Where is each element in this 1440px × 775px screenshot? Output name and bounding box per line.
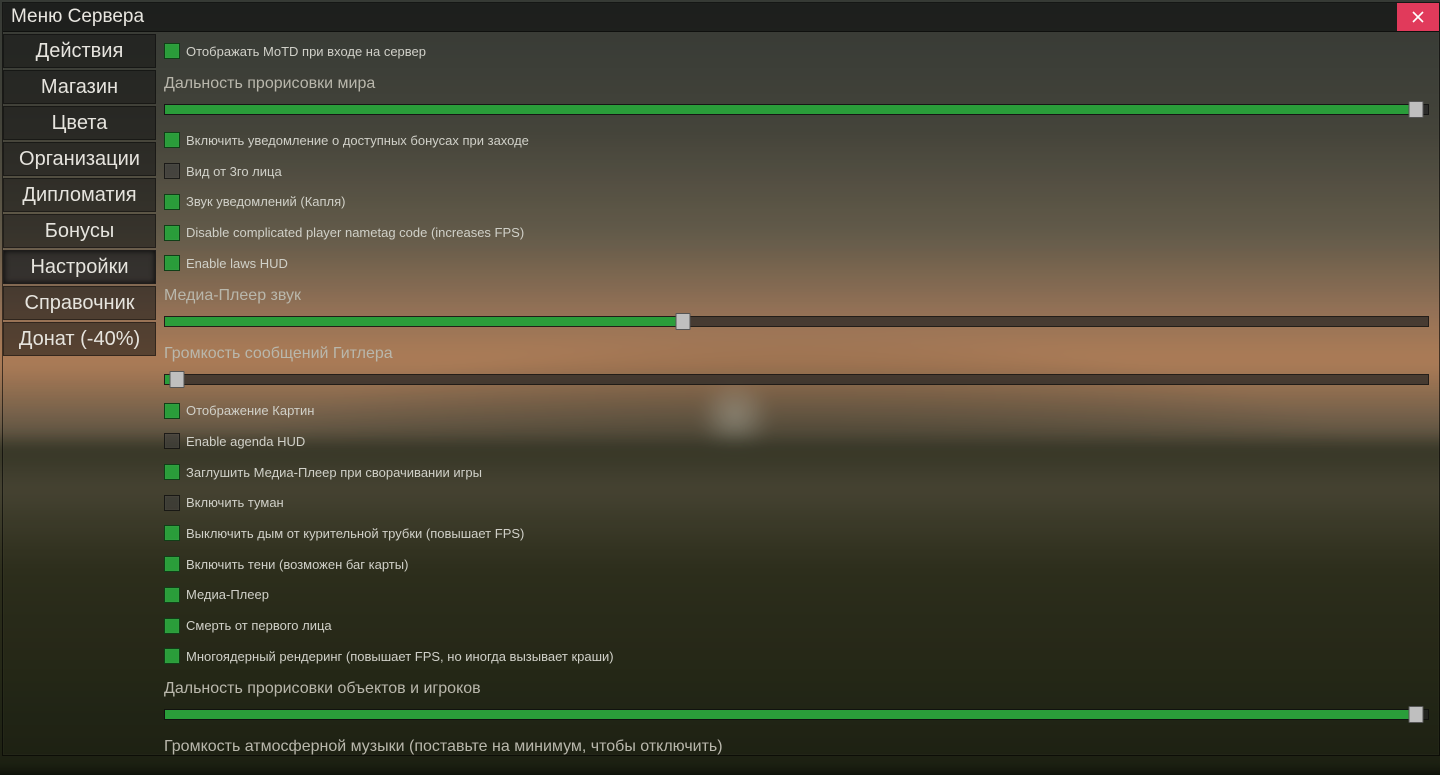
slider-object-draw[interactable] bbox=[164, 706, 1429, 720]
sidebar-item-label: Настройки bbox=[30, 256, 128, 279]
sidebar-item-shop[interactable]: Магазин bbox=[3, 70, 156, 104]
setting-multicore[interactable]: Многоядерный рендеринг (повышает FPS, но… bbox=[164, 643, 1429, 670]
setting-label: Enable agenda HUD bbox=[186, 434, 305, 449]
setting-agenda-hud[interactable]: Enable agenda HUD bbox=[164, 428, 1429, 455]
setting-label: Включить тени (возможен баг карты) bbox=[186, 557, 408, 572]
checkbox-icon bbox=[164, 194, 180, 210]
setting-notif-sound[interactable]: Звук уведомлений (Капля) bbox=[164, 188, 1429, 215]
setting-label: Вид от 3го лица bbox=[186, 164, 282, 179]
setting-motd[interactable]: Отображать MoTD при входе на сервер bbox=[164, 38, 1429, 65]
setting-laws-hud[interactable]: Enable laws HUD bbox=[164, 250, 1429, 277]
slider-label-hitler-volume: Громкость сообщений Гитлера bbox=[164, 345, 1429, 363]
slider-label-media-volume: Медиа-Плеер звук bbox=[164, 287, 1429, 305]
setting-media-player[interactable]: Медиа-Плеер bbox=[164, 582, 1429, 609]
setting-first-person-death[interactable]: Смерть от первого лица bbox=[164, 612, 1429, 639]
setting-label: Медиа-Плеер bbox=[186, 587, 269, 602]
checkbox-icon bbox=[164, 433, 180, 449]
slider-fill bbox=[165, 105, 1418, 114]
slider-thumb[interactable] bbox=[1409, 706, 1424, 723]
sidebar-item-bonuses[interactable]: Бонусы bbox=[3, 214, 156, 248]
setting-show-paintings[interactable]: Отображение Картин bbox=[164, 397, 1429, 424]
slider-fill bbox=[165, 710, 1418, 719]
sidebar-item-settings[interactable]: Настройки bbox=[3, 250, 156, 284]
setting-label: Отображение Картин bbox=[186, 403, 314, 418]
window-title: Меню Сервера bbox=[3, 6, 144, 28]
setting-shadows[interactable]: Включить тени (возможен баг карты) bbox=[164, 551, 1429, 578]
sidebar-item-organizations[interactable]: Организации bbox=[3, 142, 156, 176]
setting-bonus-notify[interactable]: Включить уведомление о доступных бонусах… bbox=[164, 127, 1429, 154]
slider-fill bbox=[165, 317, 685, 326]
checkbox-icon bbox=[164, 255, 180, 271]
sidebar-item-label: Донат (-40%) bbox=[19, 328, 140, 351]
checkbox-icon bbox=[164, 618, 180, 634]
checkbox-icon bbox=[164, 464, 180, 480]
setting-label: Включить уведомление о доступных бонусах… bbox=[186, 133, 529, 148]
slider-media-volume[interactable] bbox=[164, 313, 1429, 327]
sidebar-item-label: Организации bbox=[19, 148, 140, 171]
setting-label: Заглушить Медиа-Плеер при сворачивании и… bbox=[186, 465, 482, 480]
checkbox-icon bbox=[164, 163, 180, 179]
checkbox-icon bbox=[164, 495, 180, 511]
sidebar: Действия Магазин Цвета Организации Дипло… bbox=[3, 34, 156, 756]
checkbox-icon bbox=[164, 587, 180, 603]
checkbox-icon bbox=[164, 648, 180, 664]
slider-thumb[interactable] bbox=[675, 313, 690, 330]
setting-pipe-smoke[interactable]: Выключить дым от курительной трубки (пов… bbox=[164, 520, 1429, 547]
checkbox-icon bbox=[164, 43, 180, 59]
sidebar-item-diplomacy[interactable]: Дипломатия bbox=[3, 178, 156, 212]
sidebar-item-label: Магазин bbox=[41, 76, 118, 99]
sidebar-item-actions[interactable]: Действия bbox=[3, 34, 156, 68]
setting-label: Enable laws HUD bbox=[186, 256, 288, 271]
setting-enable-fog[interactable]: Включить туман bbox=[164, 489, 1429, 516]
setting-label: Многоядерный рендеринг (повышает FPS, но… bbox=[186, 649, 614, 664]
sidebar-item-label: Справочник bbox=[25, 292, 135, 315]
server-menu-window: Меню Сервера Действия Магазин Цвета Орга… bbox=[2, 2, 1440, 756]
sidebar-item-label: Действия bbox=[36, 40, 124, 63]
sidebar-item-colors[interactable]: Цвета bbox=[3, 106, 156, 140]
slider-track bbox=[164, 374, 1429, 385]
slider-thumb[interactable] bbox=[169, 371, 184, 388]
close-icon bbox=[1412, 11, 1424, 23]
slider-label-world-draw: Дальность прорисовки мира bbox=[164, 75, 1429, 93]
checkbox-icon bbox=[164, 225, 180, 241]
sidebar-item-label: Цвета bbox=[52, 112, 108, 135]
slider-world-draw[interactable] bbox=[164, 101, 1429, 115]
slider-label-ambient-volume: Громкость атмосферной музыки (поставьте … bbox=[164, 738, 1429, 756]
setting-nametag-fps[interactable]: Disable complicated player nametag code … bbox=[164, 219, 1429, 246]
setting-label: Звук уведомлений (Капля) bbox=[186, 194, 346, 209]
setting-label: Отображать MoTD при входе на сервер bbox=[186, 44, 426, 59]
close-button[interactable] bbox=[1397, 3, 1439, 31]
checkbox-icon bbox=[164, 556, 180, 572]
checkbox-icon bbox=[164, 525, 180, 541]
slider-label-object-draw: Дальность прорисовки объектов и игроков bbox=[164, 680, 1429, 698]
setting-label: Включить туман bbox=[186, 495, 284, 510]
slider-thumb[interactable] bbox=[1409, 101, 1424, 118]
sidebar-item-label: Дипломатия bbox=[22, 184, 136, 207]
setting-third-person[interactable]: Вид от 3го лица bbox=[164, 158, 1429, 185]
setting-mute-media-min[interactable]: Заглушить Медиа-Плеер при сворачивании и… bbox=[164, 459, 1429, 486]
sidebar-item-reference[interactable]: Справочник bbox=[3, 286, 156, 320]
setting-label: Смерть от первого лица bbox=[186, 618, 332, 633]
titlebar: Меню Сервера bbox=[3, 3, 1439, 32]
checkbox-icon bbox=[164, 403, 180, 419]
sidebar-item-donate[interactable]: Донат (-40%) bbox=[3, 322, 156, 356]
slider-hitler-volume[interactable] bbox=[164, 371, 1429, 385]
setting-label: Disable complicated player nametag code … bbox=[186, 225, 524, 240]
setting-label: Выключить дым от курительной трубки (пов… bbox=[186, 526, 524, 541]
checkbox-icon bbox=[164, 132, 180, 148]
settings-panel: Отображать MoTD при входе на сервер Даль… bbox=[156, 32, 1439, 756]
sidebar-item-label: Бонусы bbox=[45, 220, 114, 243]
